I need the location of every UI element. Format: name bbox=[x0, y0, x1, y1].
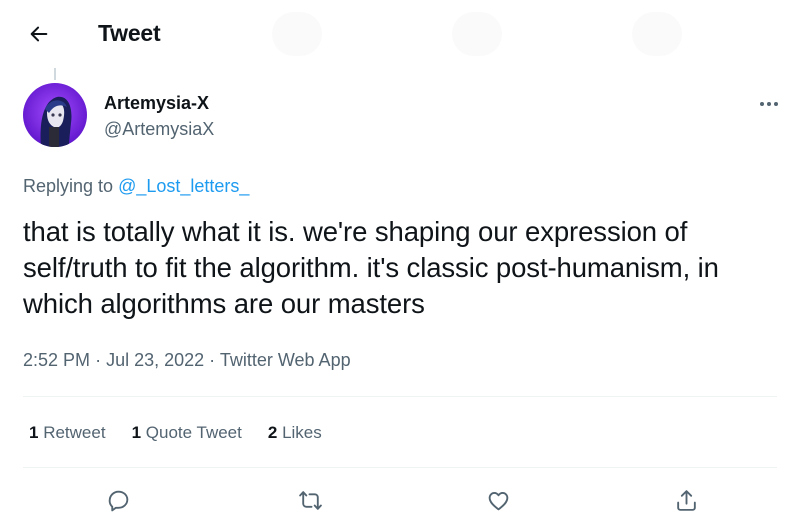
tweet-source[interactable]: Twitter Web App bbox=[220, 350, 351, 370]
share-button[interactable] bbox=[666, 480, 706, 520]
tweet-stats: 1 Retweet 1 Quote Tweet 2 Likes bbox=[29, 423, 348, 443]
more-horizontal-icon bbox=[760, 102, 778, 106]
author-display-name[interactable]: Artemysia-X bbox=[104, 93, 209, 114]
arrow-left-icon bbox=[30, 26, 48, 42]
retweets-label: Retweet bbox=[43, 423, 106, 442]
more-options-button[interactable] bbox=[752, 90, 786, 118]
tweet-text: that is totally what it is. we're shapin… bbox=[23, 216, 719, 319]
like-icon bbox=[488, 491, 508, 510]
tweet-meta: 2:52 PM · Jul 23, 2022 · Twitter Web App bbox=[23, 350, 351, 371]
quote-tweets-label: Quote Tweet bbox=[145, 423, 242, 442]
tweet-header: Tweet bbox=[0, 0, 800, 68]
quote-tweets-stat[interactable]: 1 Quote Tweet bbox=[132, 423, 242, 443]
likes-count: 2 bbox=[267, 423, 278, 442]
reply-button[interactable] bbox=[98, 480, 138, 520]
avatar[interactable] bbox=[23, 83, 87, 147]
header-ghost-icon bbox=[632, 12, 682, 56]
page-title: Tweet bbox=[98, 20, 161, 46]
header-ghost-icon bbox=[452, 12, 502, 56]
tweet-date[interactable]: Jul 23, 2022 bbox=[106, 350, 204, 370]
quote-tweets-count: 1 bbox=[131, 423, 142, 442]
tweet-time[interactable]: 2:52 PM bbox=[23, 350, 90, 370]
header-ghost-icon bbox=[272, 12, 322, 56]
author-handle[interactable]: @ArtemysiaX bbox=[104, 119, 214, 140]
divider bbox=[23, 467, 777, 468]
likes-label: Likes bbox=[282, 423, 322, 442]
meta-separator: · bbox=[209, 350, 216, 370]
like-button[interactable] bbox=[478, 480, 518, 520]
likes-stat[interactable]: 2 Likes bbox=[268, 423, 322, 443]
thread-connector-line bbox=[54, 68, 56, 80]
retweet-icon bbox=[298, 490, 322, 510]
replying-to-handle-link[interactable]: @_Lost_letters_ bbox=[118, 176, 249, 196]
back-button[interactable] bbox=[22, 17, 56, 51]
replying-to-prefix: Replying to bbox=[23, 176, 119, 196]
reply-icon bbox=[108, 490, 128, 511]
retweets-stat[interactable]: 1 Retweet bbox=[29, 423, 106, 443]
meta-separator: · bbox=[95, 350, 102, 370]
retweet-button[interactable] bbox=[290, 480, 330, 520]
divider bbox=[23, 396, 777, 397]
retweets-count: 1 bbox=[29, 423, 39, 442]
share-icon bbox=[676, 489, 696, 511]
replying-to: Replying to @_Lost_letters_ bbox=[23, 176, 249, 197]
